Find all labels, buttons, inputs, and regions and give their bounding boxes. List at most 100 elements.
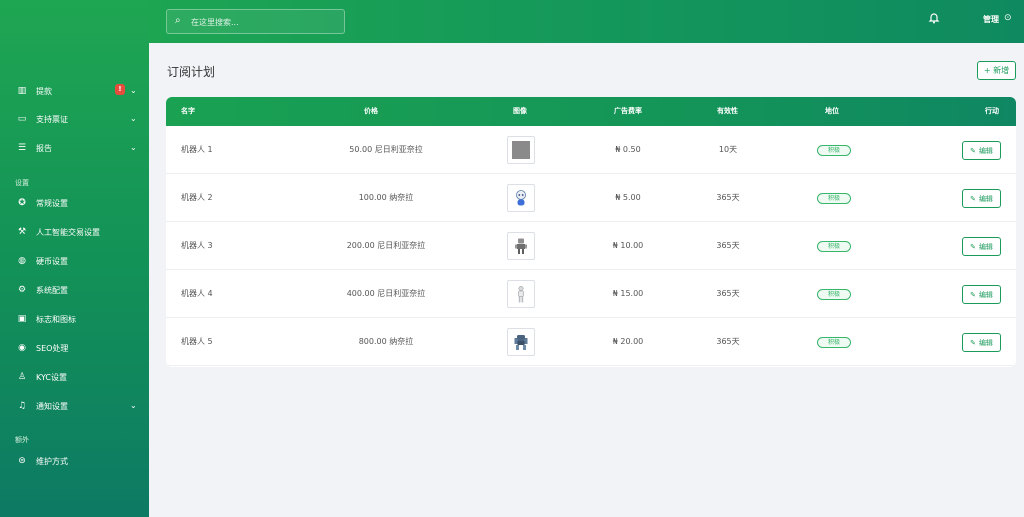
column-header-price: 价格 [364,107,378,115]
plan-name: 机器人 2 [181,193,213,202]
sidebar-item-label: 硬币设置 [36,256,68,266]
sidebar-item-label: 维护方式 [36,456,68,466]
edit-button[interactable]: ✎ 编辑 [962,333,1001,352]
coins-icon: ◍ [18,256,26,266]
plan-price: 100.00 纳奈拉 [358,193,414,202]
robot-icon: ⊜ [18,456,26,466]
general-settings-icon: ✪ [18,198,26,208]
section-label-extra: 额外 [15,436,29,444]
status-badge: 积极 [817,145,851,156]
column-header-status: 地位 [825,107,839,115]
robot-thumbnail [516,190,526,206]
sidebar-item-coins[interactable]: ◍ 硬币设置 [0,251,149,271]
edit-button-label: 编辑 [978,242,993,251]
plan-validity: 365天 [716,337,740,346]
plan-validity: 365天 [716,241,740,250]
robot-thumbnail [512,141,530,159]
column-header-validity: 有效性 [717,107,738,115]
plan-name: 机器人 5 [181,337,213,346]
sidebar-item-label: 系统配置 [36,285,68,295]
plan-price: 400.00 尼日利亚奈拉 [346,289,426,298]
sidebar-item-label: 标志和图标 [36,314,76,324]
search-input[interactable]: ⌕ 在这里搜索... [166,9,345,34]
sidebar-item-bell[interactable]: ♫ 通知设置 ⌄ [0,396,149,416]
add-new-button[interactable]: + 新增 [977,61,1016,80]
ticket-icon: ▭ [17,114,27,124]
sidebar-item-label: 报告 [36,143,52,153]
plan-price: 50.00 尼日利亚奈拉 [349,145,423,154]
sidebar-item-label: 人工智能交易设置 [36,227,100,237]
plan-price: 200.00 尼日利亚奈拉 [346,241,426,250]
plan-ad-rate: ₦ 0.50 [615,145,641,154]
alert-badge: ! [115,84,125,95]
plan-name: 机器人 1 [181,145,213,154]
edit-button[interactable]: ✎ 编辑 [962,285,1001,304]
sidebar-item-cog[interactable]: ⚙ 系统配置 [0,280,149,300]
sidebar-item-general-settings[interactable]: ✪ 常规设置 [0,193,149,213]
plan-validity: 10天 [718,145,738,154]
chevron-down-icon: ⌄ [130,143,137,152]
table-row: 机器人 2 100.00 纳奈拉 ₦ 5.00 365天 积极 ✎ 编辑 [166,174,1016,222]
plan-price: 800.00 纳奈拉 [358,337,414,346]
sidebar-item-label: KYC设置 [36,372,67,382]
sidebar-item-robot[interactable]: ⊜ 维护方式 [0,451,149,471]
status-badge: 积极 [817,241,851,252]
section-label-settings: 设置 [15,179,29,187]
plan-ad-rate: ₦ 20.00 [612,337,644,346]
search-icon: ⌕ [175,15,181,26]
edit-button[interactable]: ✎ 编辑 [962,141,1001,160]
pencil-icon: ✎ [970,338,976,347]
plans-table: 名字 价格 图像 广告费率 有效性 地位 行动 机器人 1 50.00 尼日利亚奈… [166,97,1016,367]
edit-button[interactable]: ✎ 编辑 [962,189,1001,208]
plan-ad-rate: ₦ 10.00 [612,241,644,250]
edit-button[interactable]: ✎ 编辑 [962,237,1001,256]
column-header-image: 图像 [513,107,527,115]
plan-image [507,232,535,260]
globe-icon: ◉ [18,343,26,353]
search-placeholder: 在这里搜索... [191,18,239,27]
table-row: 机器人 1 50.00 尼日利亚奈拉 ₦ 0.50 10天 积极 ✎ 编辑 [166,126,1016,174]
sidebar-item-hammer[interactable]: ⚒ 人工智能交易设置 [0,222,149,242]
sidebar-item-label: 支持票证 [36,114,68,124]
sidebar: ▥ 提款! ⌄ ▭ 支持票证 ⌄ ☰ 报告 ⌄ 设置 ✪ 常规设置 ⚒ 人工智能交易设置 ◍ 硬币设置 ⚙ 系… [0,0,149,517]
bell-icon: ♫ [17,401,27,411]
sidebar-item-list[interactable]: ☰ 报告 ⌄ [0,138,149,158]
pencil-icon: ✎ [970,242,976,251]
table-header: 名字 价格 图像 广告费率 有效性 地位 行动 [166,97,1016,126]
edit-button-label: 编辑 [978,146,993,155]
sidebar-item-user-check[interactable]: ♙ KYC设置 [0,367,149,387]
plan-validity: 365天 [716,289,740,298]
plan-ad-rate: ₦ 5.00 [615,193,641,202]
robot-thumbnail [514,335,528,350]
admin-dropdown-icon[interactable]: ⊙ [1004,13,1012,23]
plan-name: 机器人 3 [181,241,213,250]
sidebar-item-label: 通知设置 [36,401,68,411]
plan-image [507,136,535,164]
sidebar-item-label: 常规设置 [36,198,68,208]
status-badge: 积极 [817,337,851,348]
table-row: 机器人 5 800.00 纳奈拉 ₦ 20.00 365天 积极 ✎ 编辑 [166,318,1016,366]
sidebar-item-globe[interactable]: ◉ SEO处理 [0,338,149,358]
table-row: 机器人 4 400.00 尼日利亚奈拉 ₦ 15.00 365天 积极 ✎ 编辑 [166,270,1016,318]
robot-thumbnail [515,238,527,254]
sidebar-item-bank[interactable]: ▥ 提款! ⌄ [0,81,149,101]
status-badge: 积极 [817,193,851,204]
edit-button-label: 编辑 [978,194,993,203]
page-title: 订阅计划 [167,65,216,79]
column-header-name: 名字 [181,107,195,115]
pencil-icon: ✎ [970,290,976,299]
column-header-action: 行动 [985,107,999,115]
sidebar-item-label: 提款 [36,86,52,96]
sidebar-item-images[interactable]: ▣ 标志和图标 [0,309,149,329]
plan-ad-rate: ₦ 15.00 [612,289,644,298]
top-bar: ⌕ 在这里搜索... 管理 ⊙ [149,0,1024,43]
column-header-ad-rate: 广告费率 [614,107,642,115]
user-check-icon: ♙ [17,372,27,382]
notification-bell-icon[interactable] [928,12,940,27]
sidebar-item-ticket[interactable]: ▭ 支持票证 ⌄ [0,109,149,129]
admin-menu-label[interactable]: 管理 [983,14,999,25]
plan-image [507,328,535,356]
status-badge: 积极 [817,289,851,300]
pencil-icon: ✎ [970,194,976,203]
edit-button-label: 编辑 [978,338,993,347]
